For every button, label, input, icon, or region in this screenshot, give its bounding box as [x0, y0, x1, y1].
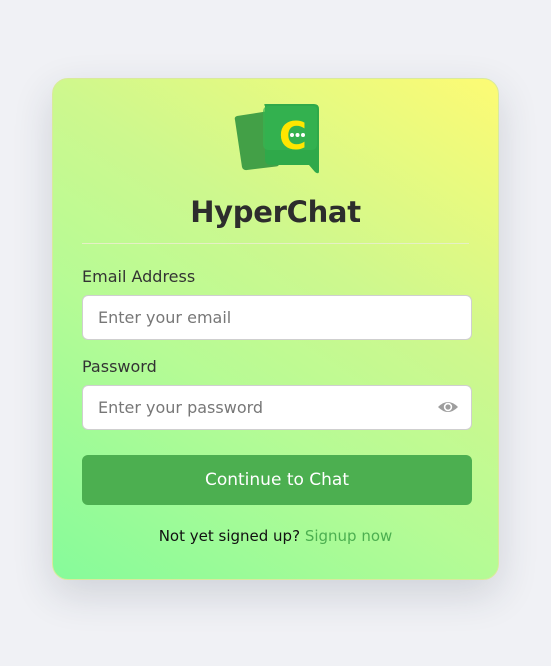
signup-prompt-text: Not yet signed up?: [158, 527, 301, 545]
email-label: Email Address: [82, 267, 196, 286]
divider: [82, 243, 469, 244]
login-card: C HyperChat Email Address Password Conti…: [52, 78, 499, 580]
chat-bubble-logo-icon: C: [234, 104, 319, 174]
eye-icon[interactable]: [437, 399, 459, 415]
password-label: Password: [82, 357, 157, 376]
password-field[interactable]: [82, 385, 472, 430]
signup-link[interactable]: Signup now: [305, 527, 392, 545]
signup-prompt: Not yet signed up? Signup now: [53, 527, 498, 545]
continue-to-chat-button[interactable]: Continue to Chat: [82, 455, 472, 505]
app-title: HyperChat: [190, 195, 361, 229]
email-field[interactable]: [82, 295, 472, 340]
